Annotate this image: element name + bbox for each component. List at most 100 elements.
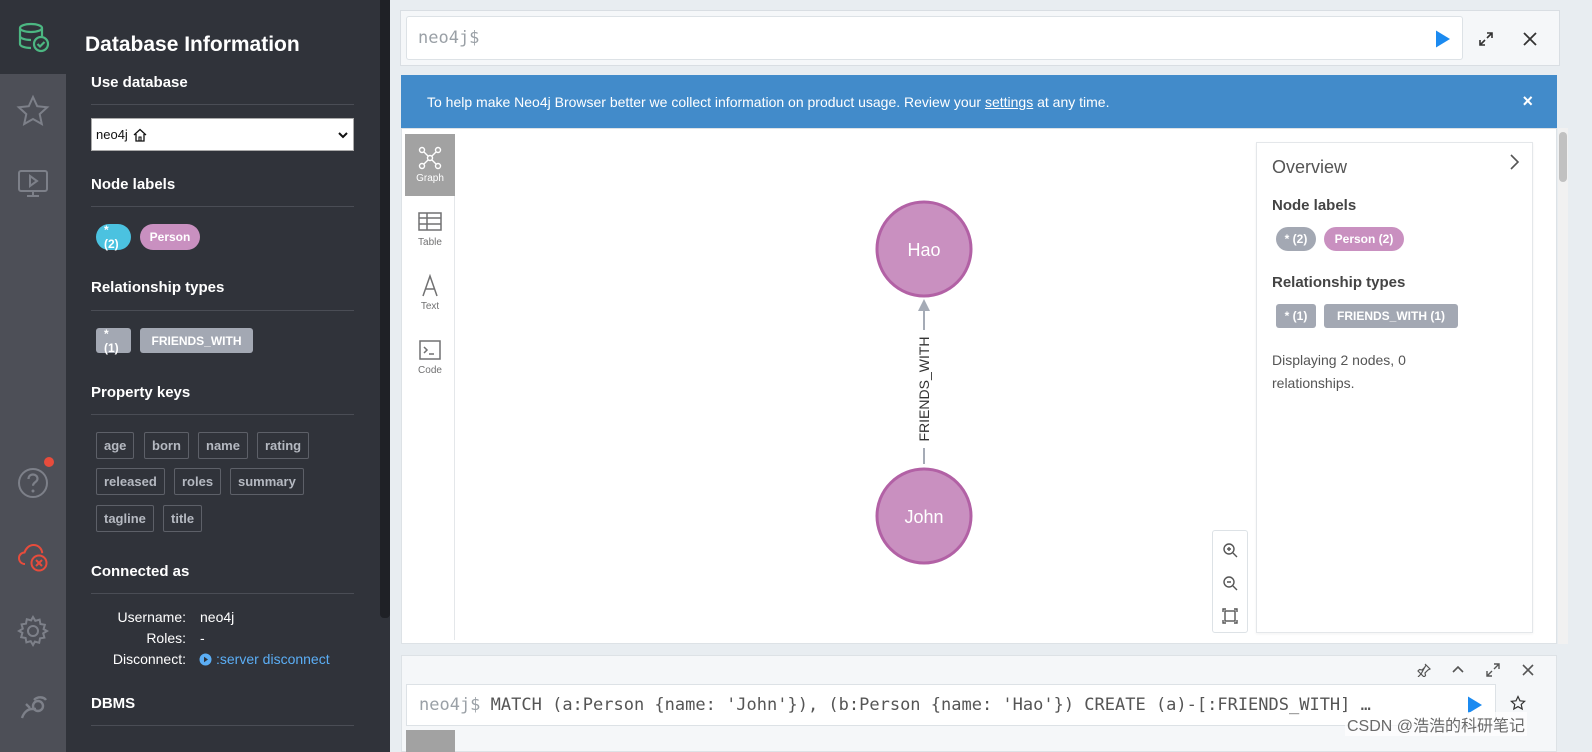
divider	[91, 725, 354, 726]
fullscreen-frame-button[interactable]	[1485, 662, 1501, 678]
overview-node-label-person[interactable]: Person (2)	[1324, 227, 1404, 251]
overview-node-label-all[interactable]: * (2)	[1276, 227, 1316, 251]
table-icon	[418, 212, 442, 231]
cypher-editor-input[interactable]: neo4j$	[406, 16, 1463, 60]
property-key-tag[interactable]: summary	[230, 468, 304, 495]
banner-text: To help make Neo4j Browser better we col…	[427, 94, 1109, 110]
property-key-tag[interactable]: age	[96, 432, 135, 459]
collapse-icon	[1452, 665, 1464, 673]
drawer-scrollbar[interactable]	[380, 0, 390, 618]
zoom-in-button[interactable]	[1213, 533, 1247, 566]
tab-graph-label: Graph	[416, 173, 444, 184]
database-nav-button[interactable]	[0, 0, 66, 74]
query-frame-editor[interactable]: neo4j$ MATCH (a:Person {name: 'John'}), …	[406, 684, 1496, 726]
property-key-tag[interactable]: born	[144, 432, 189, 459]
divider	[91, 206, 354, 207]
expand-icon	[1486, 663, 1500, 677]
tab-code[interactable]: Code	[405, 326, 455, 388]
property-key-tag[interactable]: rating	[257, 432, 310, 459]
help-nav-button[interactable]	[0, 446, 66, 520]
roles-value: -	[200, 630, 205, 646]
about-nav-button[interactable]	[0, 668, 66, 742]
expand-icon	[1479, 32, 1493, 46]
use-database-heading: Use database	[91, 74, 188, 91]
chevron-down-icon	[338, 131, 348, 138]
tab-graph[interactable]: Graph	[405, 134, 455, 196]
banner-close-button[interactable]: ×	[1522, 91, 1533, 112]
fullscreen-editor-button[interactable]	[1474, 27, 1498, 51]
banner-text-before: To help make Neo4j Browser better we col…	[427, 93, 985, 110]
query-text: MATCH (a:Person {name: 'John'}), (b:Pers…	[490, 695, 1371, 715]
fit-icon	[1222, 607, 1238, 624]
node-label-person-pill[interactable]: Person	[140, 224, 200, 250]
overview-relationship-type-all[interactable]: * (1)	[1276, 304, 1316, 328]
connection-status-button[interactable]	[0, 520, 66, 594]
divider	[91, 310, 354, 311]
code-icon	[419, 340, 441, 360]
database-select[interactable]: neo4j	[91, 118, 354, 151]
property-key-tag[interactable]: tagline	[96, 505, 154, 532]
tab-text[interactable]: Text	[405, 262, 455, 324]
cypher-editor-bar: neo4j$	[400, 10, 1560, 66]
dbms-heading: DBMS	[91, 695, 136, 712]
zoom-out-button[interactable]	[1213, 566, 1247, 599]
play-icon	[1436, 30, 1450, 48]
settings-link[interactable]: settings	[985, 94, 1033, 110]
relationship-type-all-tag[interactable]: *(1)	[96, 327, 131, 355]
cloud-disconnect-icon	[17, 543, 48, 572]
query-prompt: neo4j$	[419, 695, 481, 715]
divider	[91, 104, 354, 105]
divider	[91, 414, 354, 415]
collapse-overview-button[interactable]	[1508, 153, 1520, 177]
notification-dot	[44, 457, 54, 467]
property-key-tag[interactable]: name	[198, 432, 248, 459]
run-query-button[interactable]	[1431, 28, 1453, 50]
roles-label: Roles:	[146, 630, 186, 646]
close-icon	[1522, 664, 1534, 676]
collapse-frame-button[interactable]	[1450, 662, 1466, 678]
property-key-tag[interactable]: released	[96, 468, 165, 495]
node-caption-john: John	[904, 507, 943, 527]
close-frame-button[interactable]	[1520, 662, 1536, 678]
divider	[91, 593, 354, 594]
node-label-all-pill[interactable]: *(2)	[96, 223, 131, 251]
star-outline-icon	[1510, 695, 1526, 711]
zoom-out-icon	[1223, 575, 1238, 590]
database-select-value: neo4j	[96, 127, 128, 142]
drawer-title: Database Information	[85, 33, 300, 56]
disconnect-label: Disconnect:	[112, 651, 186, 667]
guides-nav-button[interactable]	[0, 146, 66, 220]
node-labels-heading: Node labels	[91, 176, 176, 193]
play-icon	[1468, 696, 1482, 714]
text-icon	[422, 274, 438, 297]
settings-nav-button[interactable]	[0, 594, 66, 668]
pin-frame-button[interactable]	[1416, 662, 1432, 678]
server-disconnect-link[interactable]: :server disconnect	[199, 651, 330, 667]
zoom-to-fit-button[interactable]	[1213, 599, 1247, 632]
chevron-right-icon	[1510, 154, 1520, 170]
overview-relationship-type-friends-with[interactable]: FRIENDS_WITH (1)	[1324, 304, 1458, 328]
database-icon	[18, 22, 50, 53]
graph-canvas[interactable]: FRIENDS_WITH Hao John	[456, 134, 1256, 640]
monitor-play-icon	[18, 170, 48, 197]
property-keys-heading: Property keys	[91, 384, 191, 401]
tab-table[interactable]: Table	[405, 198, 455, 260]
overview-relationship-types-heading: Relationship types	[1272, 274, 1406, 291]
relationship-type-friends-with-tag[interactable]: FRIENDS_WITH	[140, 328, 253, 353]
zoom-controls	[1212, 530, 1248, 633]
clear-editor-button[interactable]	[1518, 27, 1542, 51]
gear-icon	[17, 615, 49, 647]
connected-as-heading: Connected as	[91, 563, 190, 580]
star-icon	[16, 94, 50, 126]
tab-table-label: Table	[418, 237, 442, 248]
property-key-tag[interactable]: roles	[174, 468, 222, 495]
relationship-label: FRIENDS_WITH	[916, 337, 932, 442]
scrollbar-thumb[interactable]	[1559, 132, 1567, 182]
overview-title: Overview	[1272, 157, 1348, 177]
graph-icon	[418, 146, 442, 170]
tab-text-label: Text	[420, 301, 440, 312]
main-scrollbar[interactable]	[1558, 128, 1568, 644]
favorites-nav-button[interactable]	[0, 74, 66, 148]
property-key-tag[interactable]: title	[163, 505, 203, 532]
database-info-drawer: Database Information Use database neo4j …	[66, 0, 390, 752]
